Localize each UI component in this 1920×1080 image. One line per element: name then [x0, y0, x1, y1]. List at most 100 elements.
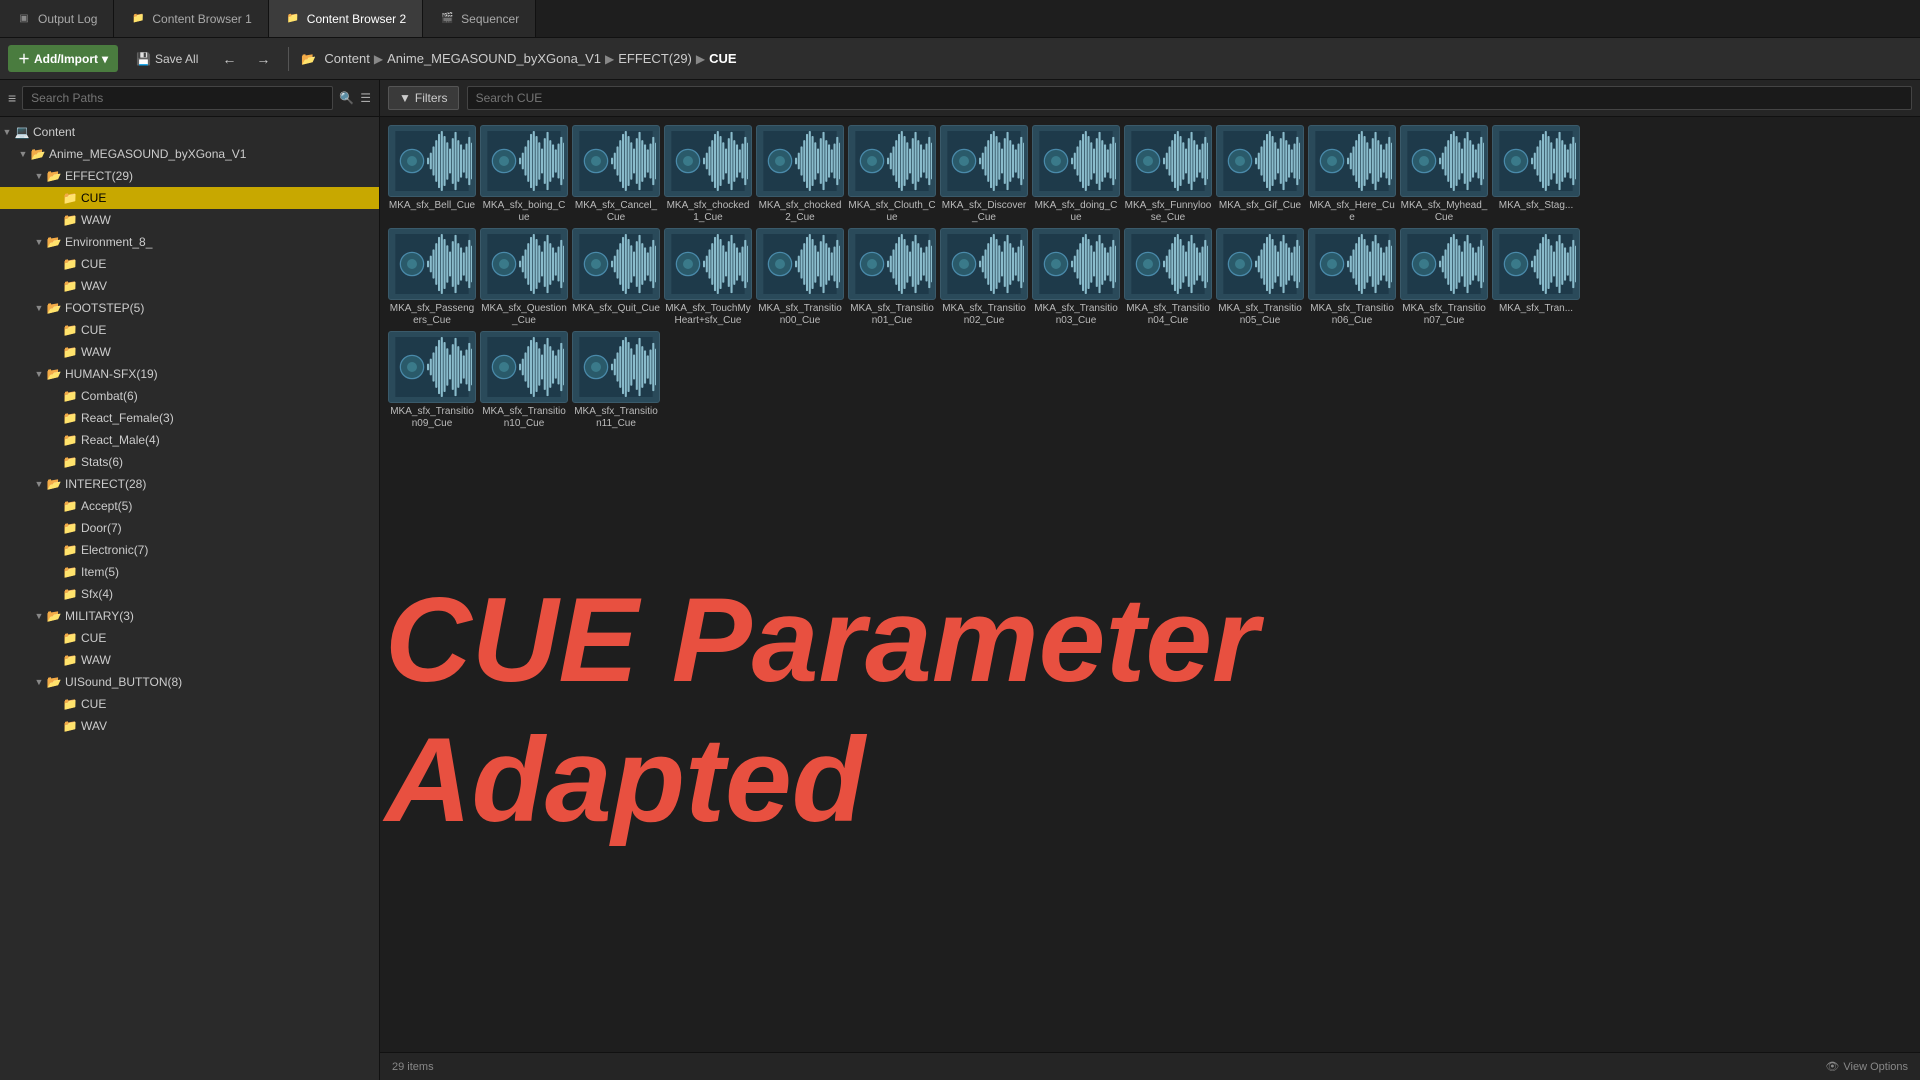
breadcrumb-anime[interactable]: Anime_MEGASOUND_byXGona_V1 — [387, 51, 601, 66]
tree-item[interactable]: ▼📂Anime_MEGASOUND_byXGona_V1 — [0, 143, 379, 165]
tree-label: Anime_MEGASOUND_byXGona_V1 — [49, 147, 246, 161]
search-paths-input[interactable] — [22, 86, 333, 110]
tree-item[interactable]: 📁WAW — [0, 649, 379, 671]
asset-item[interactable]: MKA_sfx_Transition06_Cue — [1308, 228, 1396, 327]
breadcrumb-content[interactable]: Content — [324, 51, 370, 66]
tab-content-browser-2[interactable]: 📁 Content Browser 2 — [269, 0, 423, 37]
tree-item[interactable]: ▼📂Environment_8_ — [0, 231, 379, 253]
asset-item[interactable]: MKA_sfx_Clouth_Cue — [848, 125, 936, 224]
folder-icon: 📂 — [30, 147, 46, 161]
tree-label: Environment_8_ — [65, 235, 152, 249]
asset-item[interactable]: MKA_sfx_Transition00_Cue — [756, 228, 844, 327]
tree-item[interactable]: 📁Sfx(4) — [0, 583, 379, 605]
tree-item[interactable]: ▼💻Content — [0, 121, 379, 143]
asset-thumbnail — [1400, 228, 1488, 300]
asset-item[interactable]: MKA_sfx_Transition05_Cue — [1216, 228, 1304, 327]
asset-item[interactable]: MKA_sfx_Question_Cue — [480, 228, 568, 327]
asset-item[interactable]: MKA_sfx_Transition02_Cue — [940, 228, 1028, 327]
tree-item[interactable]: ▼📂EFFECT(29) — [0, 165, 379, 187]
asset-thumbnail — [664, 228, 752, 300]
folder-icon: 📁 — [62, 279, 78, 293]
asset-item[interactable]: MKA_sfx_chocked1_Cue — [664, 125, 752, 224]
asset-item[interactable]: MKA_sfx_Bell_Cue — [388, 125, 476, 224]
folder-icon: 📁 — [62, 323, 78, 337]
asset-item[interactable]: MKA_sfx_Cancel_Cue — [572, 125, 660, 224]
asset-label: MKA_sfx_Question_Cue — [480, 303, 568, 327]
tree-item[interactable]: ▼📂UISound_BUTTON(8) — [0, 671, 379, 693]
asset-item[interactable]: MKA_sfx_Funnyloose_Cue — [1124, 125, 1212, 224]
tree-item[interactable]: 📁Item(5) — [0, 561, 379, 583]
asset-label: MKA_sfx_Transition05_Cue — [1216, 303, 1304, 327]
nav-back-button[interactable]: ← — [216, 47, 242, 71]
asset-thumbnail — [1216, 125, 1304, 197]
tree: ▼💻Content▼📂Anime_MEGASOUND_byXGona_V1▼📂E… — [0, 117, 379, 1080]
asset-item[interactable]: MKA_sfx_TouchMyHeart+sfx_Cue — [664, 228, 752, 327]
tree-item[interactable]: ▼📂INTERECT(28) — [0, 473, 379, 495]
folder-icon: 📁 — [285, 11, 301, 27]
asset-label: MKA_sfx_chocked2_Cue — [756, 200, 844, 224]
asset-thumbnail — [1216, 228, 1304, 300]
breadcrumb-cue[interactable]: CUE — [709, 51, 736, 66]
save-all-button[interactable]: 💾 Save All — [126, 47, 208, 71]
asset-item[interactable]: MKA_sfx_Transition04_Cue — [1124, 228, 1212, 327]
asset-label: MKA_sfx_Gif_Cue — [1219, 200, 1301, 212]
tree-item[interactable]: 📁WAW — [0, 209, 379, 231]
asset-item[interactable]: MKA_sfx_Tran... — [1492, 228, 1580, 327]
search-content-input[interactable] — [467, 86, 1912, 110]
tree-item[interactable]: 📁Accept(5) — [0, 495, 379, 517]
tree-item[interactable]: 📁WAV — [0, 275, 379, 297]
asset-label: MKA_sfx_Transition09_Cue — [388, 406, 476, 430]
tree-item[interactable]: 📁CUE — [0, 253, 379, 275]
tree-label: CUE — [81, 257, 106, 271]
folder-icon: 📁 — [62, 213, 78, 227]
asset-item[interactable]: MKA_sfx_Quit_Cue — [572, 228, 660, 327]
tree-item[interactable]: 📁React_Female(3) — [0, 407, 379, 429]
tree-item[interactable]: 📁CUE — [0, 319, 379, 341]
tree-item[interactable]: 📁CUE — [0, 693, 379, 715]
tree-item[interactable]: 📁Electronic(7) — [0, 539, 379, 561]
tab-sequencer[interactable]: 🎬 Sequencer — [423, 0, 536, 37]
asset-item[interactable]: MKA_sfx_Transition07_Cue — [1400, 228, 1488, 327]
tab-content-browser-1[interactable]: 📁 Content Browser 1 — [114, 0, 268, 37]
nav-forward-button[interactable]: → — [250, 47, 276, 71]
asset-item[interactable]: MKA_sfx_Transition11_Cue — [572, 331, 660, 430]
tree-label: UISound_BUTTON(8) — [65, 675, 182, 689]
tree-item[interactable]: 📁Combat(6) — [0, 385, 379, 407]
search-icon: 🔍 — [339, 91, 354, 105]
asset-row: MKA_sfx_Transition09_CueMKA_sfx_Transiti… — [388, 331, 1912, 430]
filters-button[interactable]: ▼ Filters — [388, 86, 459, 110]
asset-item[interactable]: MKA_sfx_Discover_Cue — [940, 125, 1028, 224]
tree-item[interactable]: 📁CUE — [0, 627, 379, 649]
view-options[interactable]: 👁 View Options — [1825, 1060, 1908, 1073]
asset-item[interactable]: MKA_sfx_boing_Cue — [480, 125, 568, 224]
folder-icon: 📁 — [62, 191, 78, 205]
content-toolbar: ▼ Filters — [380, 80, 1920, 117]
tree-item[interactable]: 📁WAW — [0, 341, 379, 363]
asset-item[interactable]: MKA_sfx_Here_Cue — [1308, 125, 1396, 224]
asset-item[interactable]: MKA_sfx_Transition01_Cue — [848, 228, 936, 327]
asset-item[interactable]: MKA_sfx_Myhead_Cue — [1400, 125, 1488, 224]
breadcrumb-effect[interactable]: EFFECT(29) — [618, 51, 692, 66]
asset-thumbnail — [1032, 125, 1120, 197]
tab-output-log[interactable]: ▣ Output Log — [0, 0, 114, 37]
tree-item[interactable]: 📁WAV — [0, 715, 379, 737]
asset-item[interactable]: MKA_sfx_Transition03_Cue — [1032, 228, 1120, 327]
asset-item[interactable]: MKA_sfx_Passengers_Cue — [388, 228, 476, 327]
asset-item[interactable]: MKA_sfx_Transition10_Cue — [480, 331, 568, 430]
add-import-button[interactable]: ＋ Add/Import ▾ — [8, 45, 118, 72]
asset-item[interactable]: MKA_sfx_doing_Cue — [1032, 125, 1120, 224]
asset-item[interactable]: MKA_sfx_Transition09_Cue — [388, 331, 476, 430]
asset-item[interactable]: MKA_sfx_chocked2_Cue — [756, 125, 844, 224]
tree-item[interactable]: ▼📂FOOTSTEP(5) — [0, 297, 379, 319]
asset-label: MKA_sfx_Transition01_Cue — [848, 303, 936, 327]
tree-item[interactable]: 📁Door(7) — [0, 517, 379, 539]
asset-item[interactable]: MKA_sfx_Stag... — [1492, 125, 1580, 224]
tree-item[interactable]: ▼📂HUMAN-SFX(19) — [0, 363, 379, 385]
asset-label: MKA_sfx_Transition06_Cue — [1308, 303, 1396, 327]
tree-item[interactable]: 📁React_Male(4) — [0, 429, 379, 451]
asset-row: MKA_sfx_Passengers_CueMKA_sfx_Question_C… — [388, 228, 1912, 327]
asset-item[interactable]: MKA_sfx_Gif_Cue — [1216, 125, 1304, 224]
tree-item[interactable]: 📁CUE — [0, 187, 379, 209]
tree-item[interactable]: 📁Stats(6) — [0, 451, 379, 473]
tree-item[interactable]: ▼📂MILITARY(3) — [0, 605, 379, 627]
